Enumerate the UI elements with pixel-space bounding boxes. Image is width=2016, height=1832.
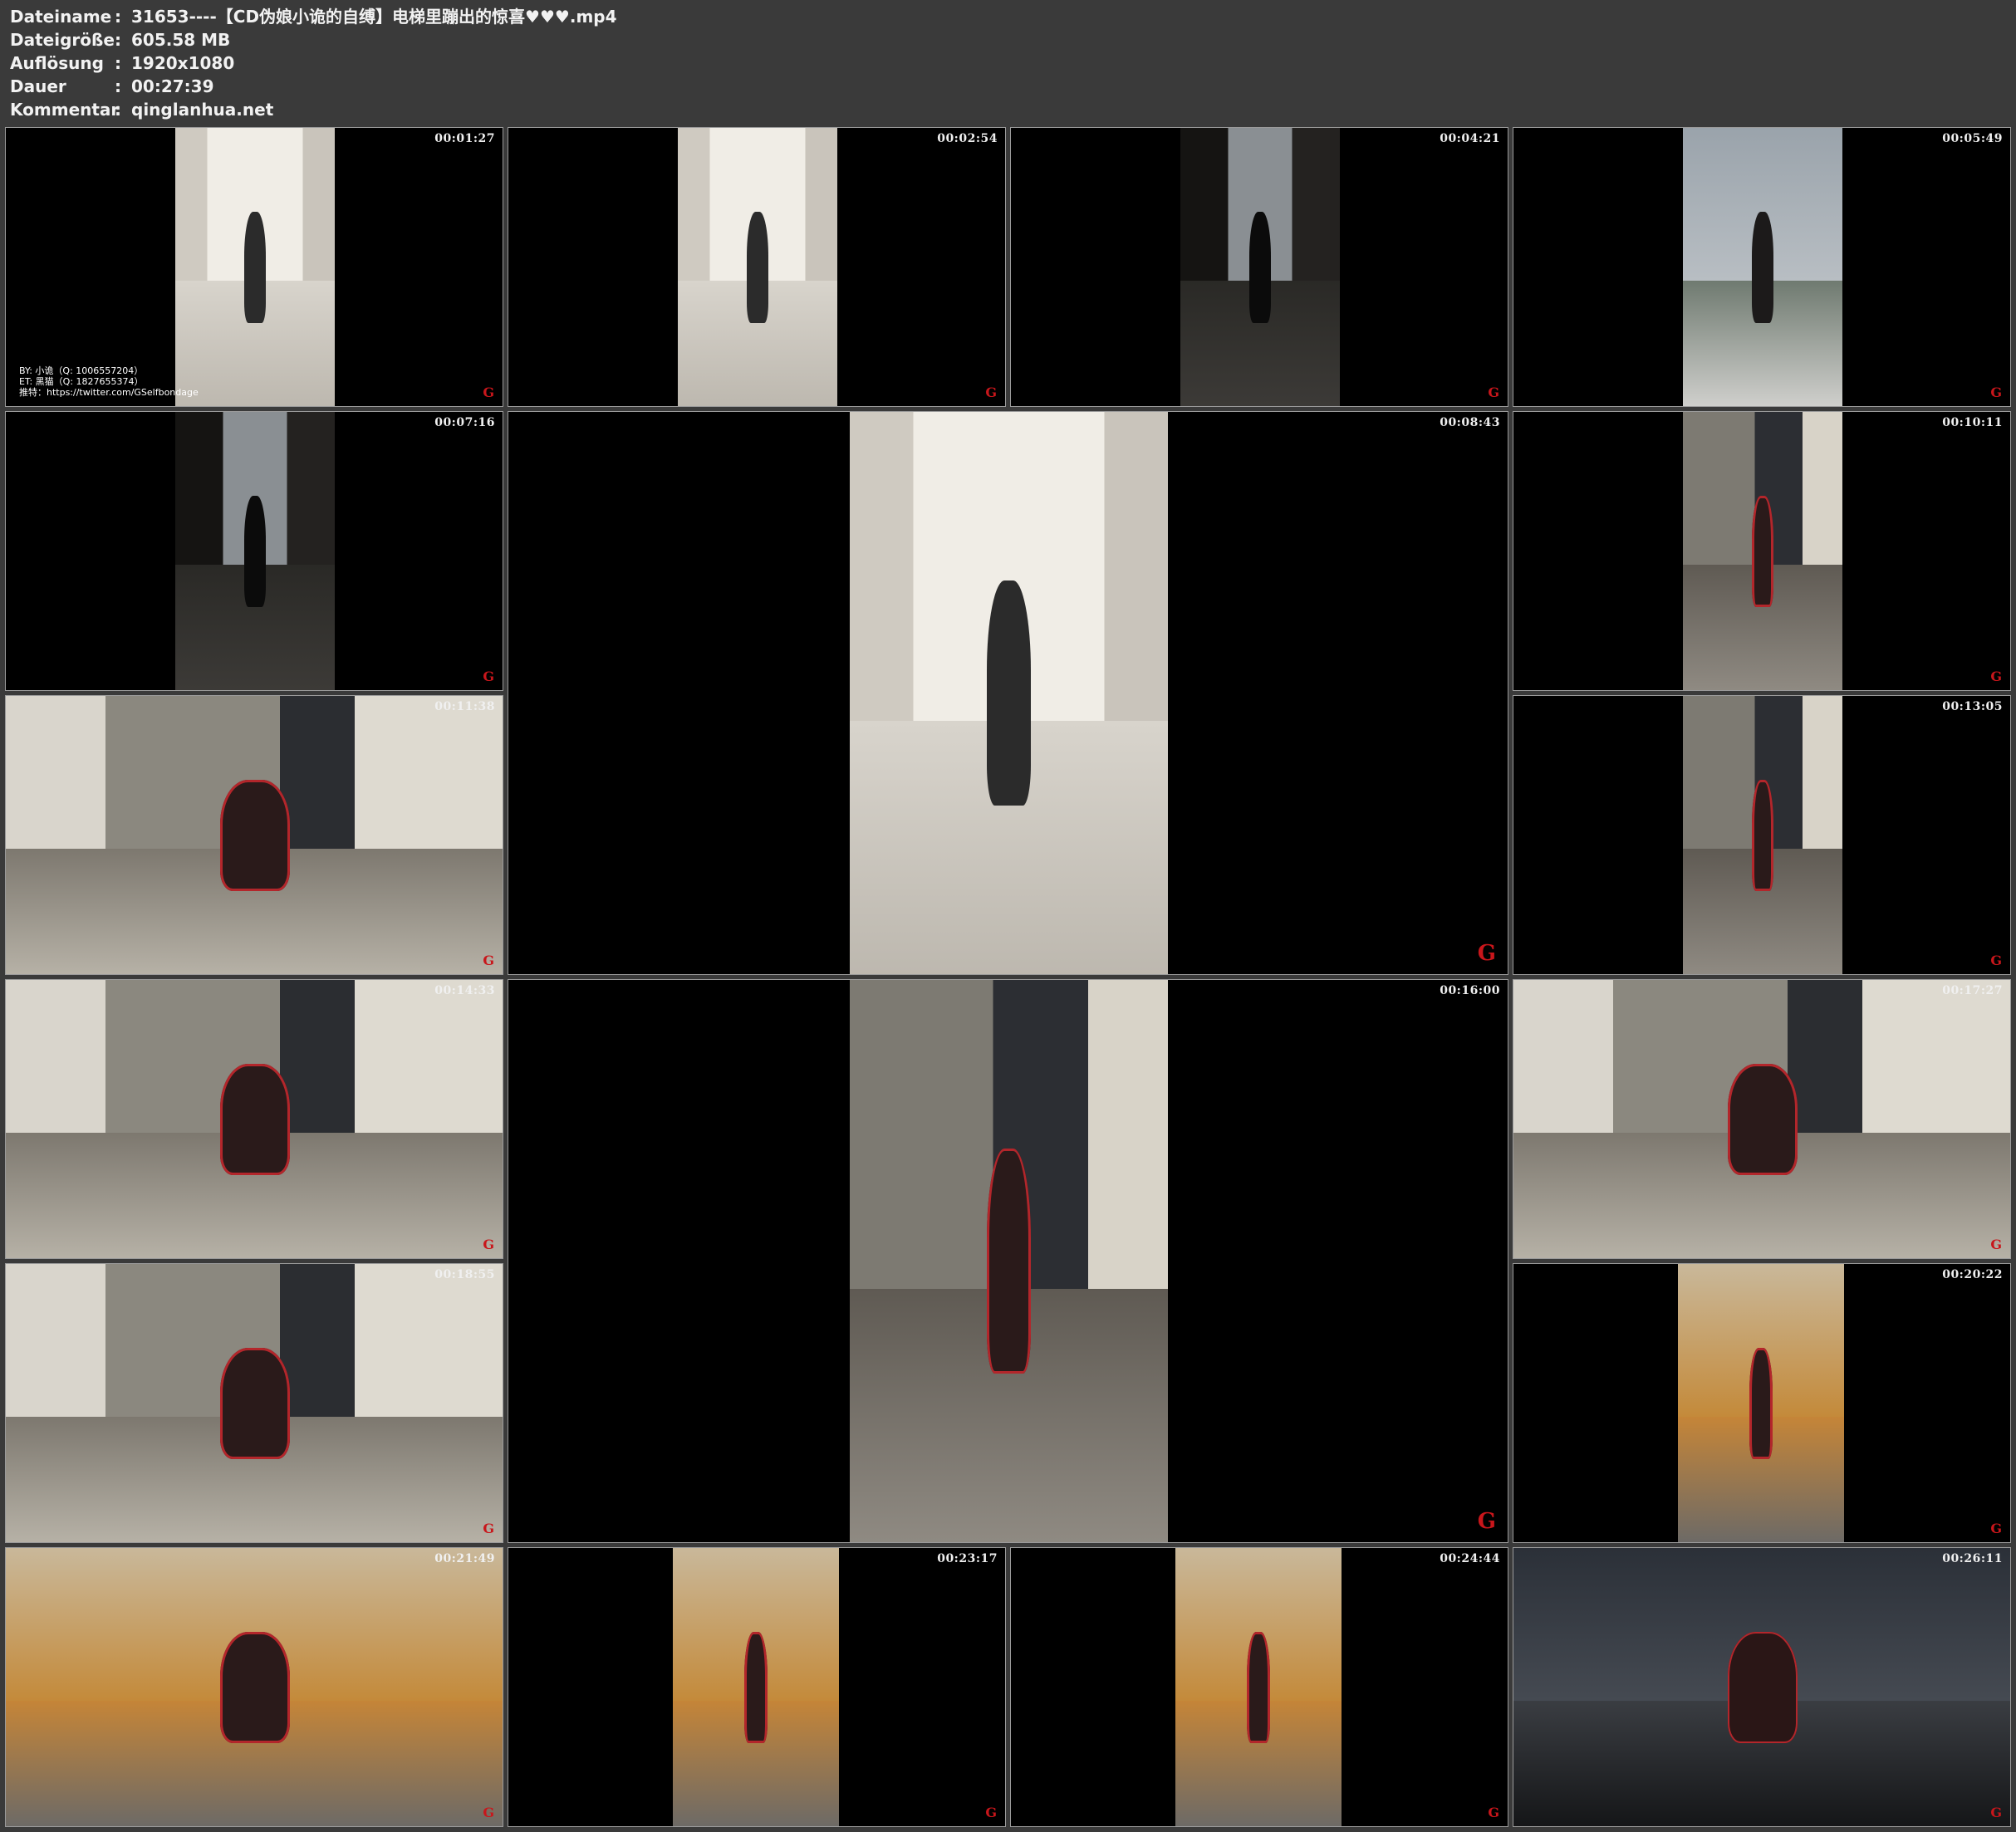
frame-image (673, 1548, 839, 1826)
timestamp: 00:23:17 (937, 1552, 998, 1565)
watermark-logo: G (483, 669, 494, 684)
frame-image (1513, 1548, 2010, 1826)
credits-line: 推特：https://twitter.com/GSelfbondage (19, 387, 199, 398)
thumbnail: 00:17:27 G (1513, 979, 2011, 1259)
watermark-logo: G (1477, 1509, 1496, 1534)
watermark-logo: G (985, 385, 997, 400)
info-value: qinglanhua.net (131, 100, 274, 120)
timestamp: 00:26:11 (1942, 1552, 2003, 1565)
thumbnail: 00:08:43 G (508, 411, 1508, 975)
thumbnail: 00:07:16 G (5, 411, 503, 691)
thumbnail: 00:04:21 G (1010, 127, 1508, 407)
watermark-logo: G (483, 385, 494, 400)
watermark-logo: G (1488, 1805, 1499, 1820)
thumbnail: 00:16:00 G (508, 979, 1508, 1543)
timestamp: 00:16:00 (1440, 984, 1500, 997)
file-info-header: Dateiname : 31653----【CD伪娘小诡的自缚】电梯里蹦出的惊喜… (10, 5, 617, 121)
info-row-duration: Dauer : 00:27:39 (10, 75, 617, 98)
thumbnail: 00:26:11 G (1513, 1547, 2011, 1827)
timestamp: 00:11:38 (434, 700, 495, 713)
info-separator: : (115, 53, 121, 73)
thumbnail: 00:10:11 G (1513, 411, 2011, 691)
watermark-logo: G (1990, 669, 2002, 684)
thumbnail: 00:13:05 G (1513, 695, 2011, 975)
info-separator: : (115, 76, 121, 96)
timestamp: 00:10:11 (1942, 416, 2003, 429)
frame-image (6, 696, 503, 974)
timestamp: 00:24:44 (1440, 1552, 1500, 1565)
thumbnail: 00:21:49 G (5, 1547, 503, 1827)
thumbnail: 00:24:44 G (1010, 1547, 1508, 1827)
timestamp: 00:14:33 (434, 984, 495, 997)
frame-image (1678, 1264, 1844, 1542)
info-key: Dateigröße (10, 30, 115, 50)
frame-image (175, 128, 335, 406)
info-row-resolution: Auflösung : 1920x1080 (10, 51, 617, 75)
info-key: Kommentar (10, 100, 120, 120)
info-value: 31653----【CD伪娘小诡的自缚】电梯里蹦出的惊喜♥♥♥.mp4 (131, 7, 617, 27)
thumbnail: 00:20:22 G (1513, 1263, 2011, 1543)
info-separator: : (115, 7, 121, 27)
info-row-comment: Kommentar : qinglanhua.net (10, 98, 617, 121)
info-row-filename: Dateiname : 31653----【CD伪娘小诡的自缚】电梯里蹦出的惊喜… (10, 5, 617, 28)
info-key: Dateiname (10, 7, 112, 27)
frame-image (1683, 128, 1842, 406)
frame-image (850, 412, 1168, 974)
watermark-logo: G (1990, 1237, 2002, 1252)
timestamp: 00:18:55 (434, 1268, 495, 1281)
timestamp: 00:21:49 (434, 1552, 495, 1565)
watermark-logo: G (1488, 385, 1499, 400)
timestamp: 00:04:21 (1440, 132, 1500, 145)
thumbnail: 00:05:49 G (1513, 127, 2011, 407)
thumbnail: 00:18:55 G (5, 1263, 503, 1543)
timestamp: 00:01:27 (434, 132, 495, 145)
watermark-logo: G (483, 1521, 494, 1536)
info-key: Auflösung (10, 53, 104, 73)
watermark-logo: G (1477, 941, 1496, 966)
timestamp: 00:13:05 (1942, 700, 2003, 713)
timestamp: 00:17:27 (1942, 984, 2003, 997)
frame-image (850, 980, 1168, 1542)
credits-line: BY: 小诡（Q: 1006557204） (19, 365, 144, 376)
watermark-logo: G (483, 953, 494, 968)
thumbnail: 00:23:17 G (508, 1547, 1006, 1827)
frame-image (6, 1264, 503, 1542)
info-value: 1920x1080 (131, 53, 235, 73)
frame-image (6, 980, 503, 1258)
credits-overlay: BY: 小诡（Q: 1006557204） ET: 黑猫（Q: 18276553… (19, 365, 199, 398)
frame-image (1175, 1548, 1342, 1826)
info-value: 605.58 MB (131, 30, 231, 50)
timestamp: 00:08:43 (1440, 416, 1500, 429)
timestamp: 00:07:16 (434, 416, 495, 429)
thumbnail: 00:11:38 G (5, 695, 503, 975)
timestamp: 00:20:22 (1942, 1268, 2003, 1281)
watermark-logo: G (483, 1805, 494, 1820)
frame-image (1180, 128, 1340, 406)
info-separator: : (115, 100, 121, 120)
watermark-logo: G (1990, 1805, 2002, 1820)
thumbnail: BY: 小诡（Q: 1006557204） ET: 黑猫（Q: 18276553… (5, 127, 503, 407)
thumbnail: 00:14:33 G (5, 979, 503, 1259)
watermark-logo: G (483, 1237, 494, 1252)
timestamp: 00:05:49 (1942, 132, 2003, 145)
watermark-logo: G (1990, 953, 2002, 968)
info-separator: : (115, 30, 121, 50)
frame-image (1683, 412, 1842, 690)
frame-image (175, 412, 335, 690)
info-value: 00:27:39 (131, 76, 214, 96)
info-row-filesize: Dateigröße : 605.58 MB (10, 28, 617, 51)
watermark-logo: G (1990, 1521, 2002, 1536)
timestamp: 00:02:54 (937, 132, 998, 145)
frame-image (678, 128, 837, 406)
thumbnail: 00:02:54 G (508, 127, 1006, 407)
credits-line: ET: 黑猫（Q: 1827655374） (19, 376, 144, 387)
frame-image (1683, 696, 1842, 974)
info-key: Dauer (10, 76, 66, 96)
frame-image (6, 1548, 503, 1826)
frame-image (1513, 980, 2010, 1258)
watermark-logo: G (985, 1805, 997, 1820)
watermark-logo: G (1990, 385, 2002, 400)
